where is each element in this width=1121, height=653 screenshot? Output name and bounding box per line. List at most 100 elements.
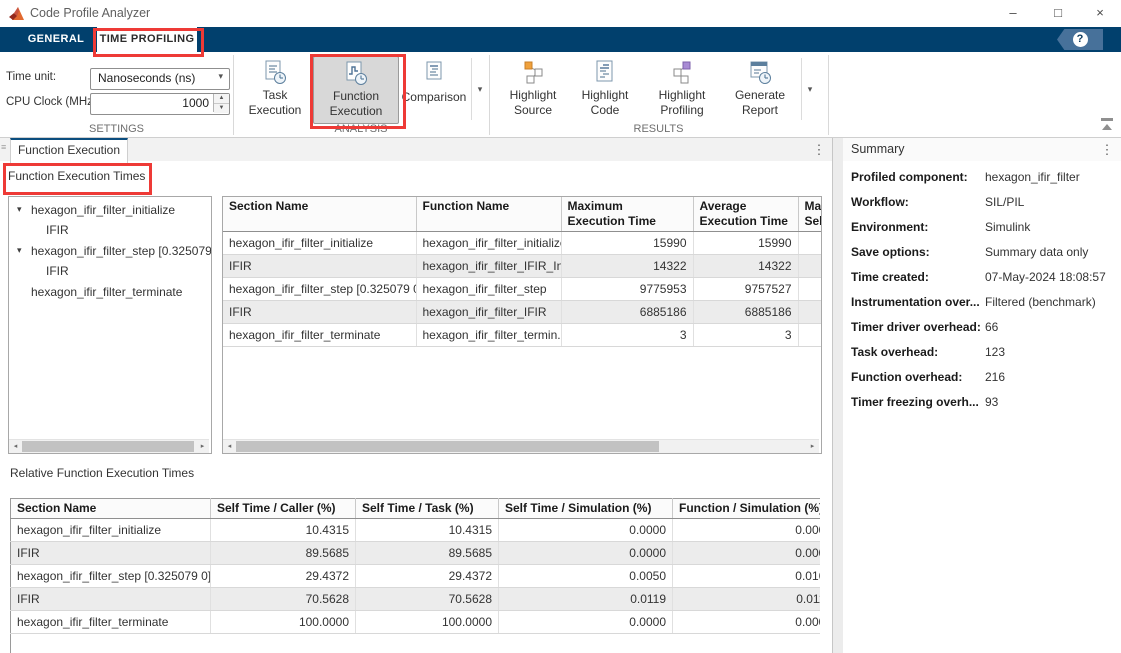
scroll-left-icon[interactable]: ◂ <box>223 440 236 453</box>
highlight-profiling-button[interactable]: HighlightProfiling <box>645 56 719 122</box>
spin-up-icon[interactable]: ▲ <box>214 94 229 104</box>
column-header[interactable]: Self Time / Caller (%) <box>211 499 356 519</box>
ribbon-tab-strip: GENERAL TIME PROFILING ? <box>0 27 1121 52</box>
collapse-toolstrip-button[interactable] <box>1097 118 1117 135</box>
maximize-button[interactable]: □ <box>1037 0 1079 27</box>
table-cell: 15990 <box>561 232 693 255</box>
table-row[interactable]: IFIR70.562870.56280.01190.0119 <box>11 588 821 611</box>
column-header[interactable]: MaSel <box>798 197 822 232</box>
highlight-source-icon <box>499 56 567 88</box>
minimize-button[interactable]: – <box>992 0 1034 27</box>
cpu-clock-label: CPU Clock (MHz): <box>6 96 100 108</box>
generate-report-button[interactable]: GenerateReport <box>723 56 797 122</box>
analysis-gallery-dropdown[interactable]: ▾ <box>471 58 488 120</box>
scrollbar-thumb[interactable] <box>236 441 659 452</box>
highlight-profiling-icon <box>645 56 719 88</box>
summary-row-label: Instrumentation over... <box>843 295 985 320</box>
button-label: Highlight <box>571 88 639 103</box>
tree-expander-icon[interactable]: ▾ <box>17 204 22 215</box>
help-button[interactable]: ? <box>1057 29 1103 50</box>
table-row[interactable]: hexagon_ifir_filter_initialize10.431510.… <box>11 519 821 542</box>
tree-item[interactable]: ▾ hexagon_ifir_filter_initialize <box>9 201 211 221</box>
table-row[interactable]: hexagon_ifir_filter_step [0.325079 0]hex… <box>223 278 822 301</box>
summary-row-value: Filtered (benchmark) <box>985 295 1096 320</box>
table-cell: 15990 <box>693 232 798 255</box>
analysis-section-label: ANALYSIS <box>233 123 489 136</box>
tree-item-label: IFIR <box>46 223 69 237</box>
table-row[interactable]: IFIRhexagon_ifir_filter_IFIR_Init1432214… <box>223 255 822 278</box>
column-header[interactable]: Function / Simulation (%) <box>673 499 821 519</box>
summary-row: Timer freezing overh...93 <box>843 395 1121 420</box>
tree-item-label: hexagon_ifir_filter_terminate <box>31 285 182 299</box>
scrollbar-thumb[interactable] <box>22 441 194 452</box>
results-gallery-dropdown[interactable]: ▾ <box>801 58 818 120</box>
table-row[interactable]: hexagon_ifir_filter_terminatehexagon_ifi… <box>223 324 822 347</box>
scroll-right-icon[interactable]: ▸ <box>196 440 209 453</box>
table-horizontal-scrollbar[interactable]: ◂ ▸ <box>223 439 819 453</box>
table-cell: 6885186 <box>693 301 798 324</box>
cpu-clock-field[interactable]: 1000 ▲ ▼ <box>90 93 230 115</box>
tab-time-profiling[interactable]: TIME PROFILING <box>97 27 197 52</box>
table-cell: hexagon_ifir_filter_step [0.325079 0] <box>11 565 211 588</box>
table-row[interactable]: IFIR89.568589.56850.00000.0000 <box>11 542 821 565</box>
tree-item[interactable]: IFIR <box>9 221 211 241</box>
tree-item-label: hexagon_ifir_filter_step [0.325079 0] <box>31 244 212 258</box>
summary-row-value: SIL/PIL <box>985 195 1024 220</box>
scroll-right-icon[interactable]: ▸ <box>806 440 819 453</box>
summary-row-value: hexagon_ifir_filter <box>985 170 1080 195</box>
highlight-code-button[interactable]: HighlightCode <box>571 56 639 122</box>
tree-item[interactable]: hexagon_ifir_filter_terminate <box>9 283 211 303</box>
table-cell <box>798 324 822 347</box>
column-header[interactable]: AverageExecution Time <box>693 197 798 232</box>
table-cell: 0.0169 <box>673 565 821 588</box>
button-label: Highlight <box>499 88 567 103</box>
task-execution-button[interactable]: TaskExecution <box>243 56 307 122</box>
grip-icon[interactable]: ≡ <box>1 145 7 149</box>
panel-menu-button[interactable]: ⋮ <box>812 141 826 159</box>
column-header[interactable]: Self Time / Task (%) <box>356 499 499 519</box>
table-cell <box>798 301 822 324</box>
summary-row-value: 123 <box>985 345 1005 370</box>
table-cell <box>798 232 822 255</box>
highlight-code-icon <box>571 56 639 88</box>
section-separator <box>828 55 829 135</box>
table-cell: hexagon_ifir_filter_initialize <box>416 232 561 255</box>
tree-item[interactable]: IFIR <box>9 262 211 282</box>
highlight-source-button[interactable]: HighlightSource <box>499 56 567 122</box>
table-cell: 0.0000 <box>673 519 821 542</box>
summary-row: Task overhead:123 <box>843 345 1121 370</box>
column-header[interactable]: Self Time / Simulation (%) <box>499 499 673 519</box>
summary-row-value: 216 <box>985 370 1005 395</box>
tree-item-label: hexagon_ifir_filter_initialize <box>31 203 175 217</box>
column-header-text: Execution Time <box>568 214 687 229</box>
relative-times-table-container: Section NameSelf Time / Caller (%)Self T… <box>10 498 820 653</box>
table-cell: IFIR <box>11 542 211 565</box>
table-row[interactable]: hexagon_ifir_filter_step [0.325079 0] 29.… <box>11 565 821 588</box>
tab-function-execution[interactable]: Function Execution <box>10 138 128 164</box>
close-button[interactable]: × <box>1079 0 1121 27</box>
column-header[interactable]: MaximumExecution Time <box>561 197 693 232</box>
spin-down-icon[interactable]: ▼ <box>214 104 229 113</box>
summary-menu-button[interactable]: ⋮ <box>1100 141 1114 159</box>
tree-item[interactable]: ▾ hexagon_ifir_filter_step [0.325079 0] <box>9 242 211 262</box>
function-execution-button[interactable]: FunctionExecution <box>313 56 399 124</box>
tree-horizontal-scrollbar[interactable]: ◂ ▸ <box>9 439 209 453</box>
table-filler <box>223 347 822 430</box>
column-header[interactable]: Function Name <box>416 197 561 232</box>
summary-row: Time created:07-May-2024 18:08:57 <box>843 270 1121 295</box>
table-row[interactable]: hexagon_ifir_filter_terminate100.0000100… <box>11 611 821 634</box>
scroll-left-icon[interactable]: ◂ <box>9 440 22 453</box>
table-cell: hexagon_ifir_filter_step [0.325079 0] <box>223 278 416 301</box>
table-cell: 29.4372 <box>356 565 499 588</box>
tab-general[interactable]: GENERAL <box>20 27 92 52</box>
table-cell: IFIR <box>223 255 416 278</box>
column-header[interactable]: Section Name <box>223 197 416 232</box>
comparison-button[interactable]: Comparison <box>401 56 467 122</box>
table-filler <box>11 634 821 653</box>
time-unit-dropdown[interactable]: Nanoseconds (ns) ▾ <box>90 68 230 90</box>
table-row[interactable]: hexagon_ifir_filter_initializehexagon_if… <box>223 232 822 255</box>
tree-expander-icon[interactable]: ▾ <box>17 245 22 256</box>
table-row[interactable]: IFIRhexagon_ifir_filter_IFIR688518668851… <box>223 301 822 324</box>
summary-row: Environment:Simulink <box>843 220 1121 245</box>
column-header[interactable]: Section Name <box>11 499 211 519</box>
